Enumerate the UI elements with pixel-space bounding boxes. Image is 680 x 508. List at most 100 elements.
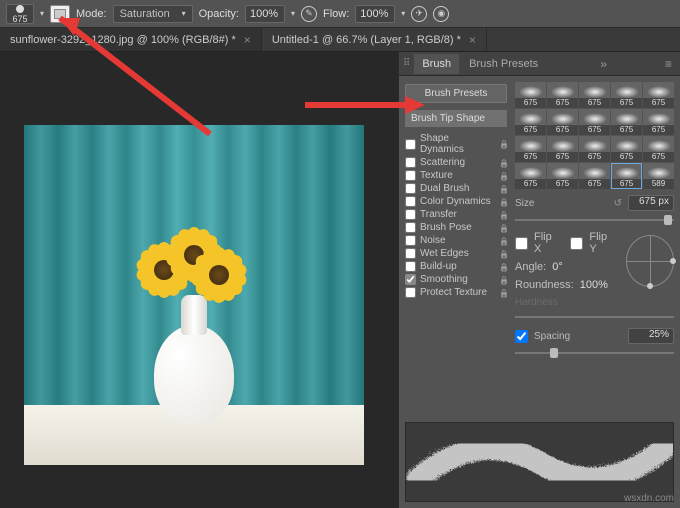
panel-tabs: ⠿ Brush Brush Presets » ≡	[399, 52, 680, 76]
brush-option-row[interactable]: Wet Edges	[403, 247, 511, 260]
lock-icon[interactable]	[499, 197, 509, 207]
pressure-size-icon[interactable]: ◉	[433, 6, 449, 22]
lock-icon[interactable]	[499, 262, 509, 272]
brush-tip-shape-button[interactable]: Brush Tip Shape	[405, 110, 507, 127]
option-checkbox[interactable]	[405, 222, 416, 233]
lock-icon[interactable]	[499, 184, 509, 194]
flipy-checkbox[interactable]	[570, 237, 583, 250]
brush-thumbnail[interactable]: 675	[515, 109, 546, 135]
lock-icon[interactable]	[499, 223, 509, 233]
tool-preset-icon[interactable]	[50, 5, 70, 23]
brush-thumbnail[interactable]: 675	[515, 163, 546, 189]
document-tab[interactable]: Untitled-1 @ 66.7% (Layer 1, RGB/8) * ×	[262, 28, 487, 51]
brush-presets-button[interactable]: Brush Presets	[405, 84, 507, 103]
panel-drag-icon[interactable]: ⠿	[403, 58, 412, 69]
flipx-checkbox[interactable]	[515, 237, 528, 250]
brush-option-row[interactable]: Smoothing	[403, 273, 511, 286]
brush-thumbnail[interactable]: 589	[643, 163, 674, 189]
panel-collapse-icon[interactable]: »	[596, 57, 611, 71]
size-input[interactable]: 675 px	[628, 195, 674, 211]
roundness-value[interactable]: 100%	[580, 279, 608, 291]
brush-thumbnail[interactable]: 675	[611, 136, 642, 162]
watermark: wsxdn.com	[624, 493, 674, 504]
brush-thumbnail[interactable]: 675	[547, 109, 578, 135]
lock-icon[interactable]	[499, 171, 509, 181]
brush-preset-picker[interactable]: 675	[6, 4, 34, 24]
mode-label: Mode:	[76, 8, 107, 20]
hardness-label: Hardness	[515, 297, 674, 308]
canvas[interactable]	[24, 125, 364, 465]
flow-label: Flow:	[323, 8, 349, 20]
brush-thumbnail[interactable]: 675	[643, 82, 674, 108]
panel-menu-icon[interactable]: ≡	[661, 57, 676, 71]
pressure-opacity-icon[interactable]: ✎	[301, 6, 317, 22]
option-checkbox[interactable]	[405, 183, 416, 194]
spacing-slider[interactable]	[515, 348, 674, 358]
chevron-down-icon[interactable]: ▾	[291, 9, 295, 18]
spacing-input[interactable]: 25%	[628, 328, 674, 344]
mode-select[interactable]: Saturation▾	[113, 5, 193, 23]
option-checkbox[interactable]	[405, 209, 416, 220]
airbrush-icon[interactable]: ✈	[411, 6, 427, 22]
brush-thumbnail[interactable]: 675	[547, 82, 578, 108]
chevron-down-icon[interactable]: ▾	[40, 9, 44, 18]
lock-icon[interactable]	[499, 275, 509, 285]
angle-widget[interactable]	[626, 235, 674, 287]
size-slider[interactable]	[515, 215, 674, 225]
brush-thumbnail[interactable]: 675	[611, 82, 642, 108]
option-checkbox[interactable]	[405, 261, 416, 272]
brush-thumbnail[interactable]: 675	[579, 82, 610, 108]
opacity-input[interactable]: 100%	[245, 5, 285, 23]
brush-thumbnail[interactable]: 675	[611, 163, 642, 189]
brush-thumbnail[interactable]: 675	[579, 109, 610, 135]
opacity-label: Opacity:	[199, 8, 239, 20]
brush-option-row[interactable]: Shape Dynamics	[403, 132, 511, 156]
brush-thumbnail[interactable]: 675	[547, 136, 578, 162]
brush-thumbnail[interactable]: 675	[579, 136, 610, 162]
option-checkbox[interactable]	[405, 157, 416, 168]
close-icon[interactable]: ×	[469, 33, 476, 47]
brush-option-row[interactable]: Scattering	[403, 156, 511, 169]
brush-option-row[interactable]: Brush Pose	[403, 221, 511, 234]
spacing-checkbox[interactable]	[515, 330, 528, 343]
size-label: Size	[515, 198, 534, 209]
brush-option-row[interactable]: Noise	[403, 234, 511, 247]
brush-option-row[interactable]: Transfer	[403, 208, 511, 221]
option-checkbox[interactable]	[405, 196, 416, 207]
option-checkbox[interactable]	[405, 235, 416, 246]
lock-icon[interactable]	[499, 249, 509, 259]
options-bar: 675 ▾ Mode: Saturation▾ Opacity: 100% ▾ …	[0, 0, 680, 28]
document-tabs: sunflower-3292_1280.jpg @ 100% (RGB/8#) …	[0, 28, 680, 52]
brush-thumbnail[interactable]: 675	[579, 163, 610, 189]
brush-thumbnail[interactable]: 675	[515, 82, 546, 108]
option-checkbox[interactable]	[405, 170, 416, 181]
lock-icon[interactable]	[499, 236, 509, 246]
option-checkbox[interactable]	[405, 287, 416, 298]
option-checkbox[interactable]	[405, 139, 416, 150]
document-tab[interactable]: sunflower-3292_1280.jpg @ 100% (RGB/8#) …	[0, 28, 262, 51]
brush-thumbnail[interactable]: 675	[611, 109, 642, 135]
tab-brush[interactable]: Brush	[414, 54, 459, 74]
brush-option-row[interactable]: Texture	[403, 169, 511, 182]
brush-option-row[interactable]: Dual Brush	[403, 182, 511, 195]
chevron-down-icon[interactable]: ▾	[401, 9, 405, 18]
lock-icon[interactable]	[499, 139, 509, 149]
angle-value[interactable]: 0°	[552, 261, 563, 273]
option-checkbox[interactable]	[405, 248, 416, 259]
brush-thumbnail[interactable]: 675	[643, 136, 674, 162]
lock-icon[interactable]	[499, 210, 509, 220]
tab-brush-presets[interactable]: Brush Presets	[461, 54, 546, 74]
roundness-label: Roundness:	[515, 279, 574, 291]
brush-option-row[interactable]: Color Dynamics	[403, 195, 511, 208]
brush-option-row[interactable]: Protect Texture	[403, 286, 511, 299]
brush-option-row[interactable]: Build-up	[403, 260, 511, 273]
option-checkbox[interactable]	[405, 274, 416, 285]
flow-input[interactable]: 100%	[355, 5, 395, 23]
brush-thumbnail[interactable]: 675	[547, 163, 578, 189]
brush-thumbnail[interactable]: 675	[643, 109, 674, 135]
reset-size-icon[interactable]: ↺	[614, 198, 622, 209]
brush-thumbnail[interactable]: 675	[515, 136, 546, 162]
lock-icon[interactable]	[499, 288, 509, 298]
lock-icon[interactable]	[499, 158, 509, 168]
close-icon[interactable]: ×	[244, 33, 251, 47]
